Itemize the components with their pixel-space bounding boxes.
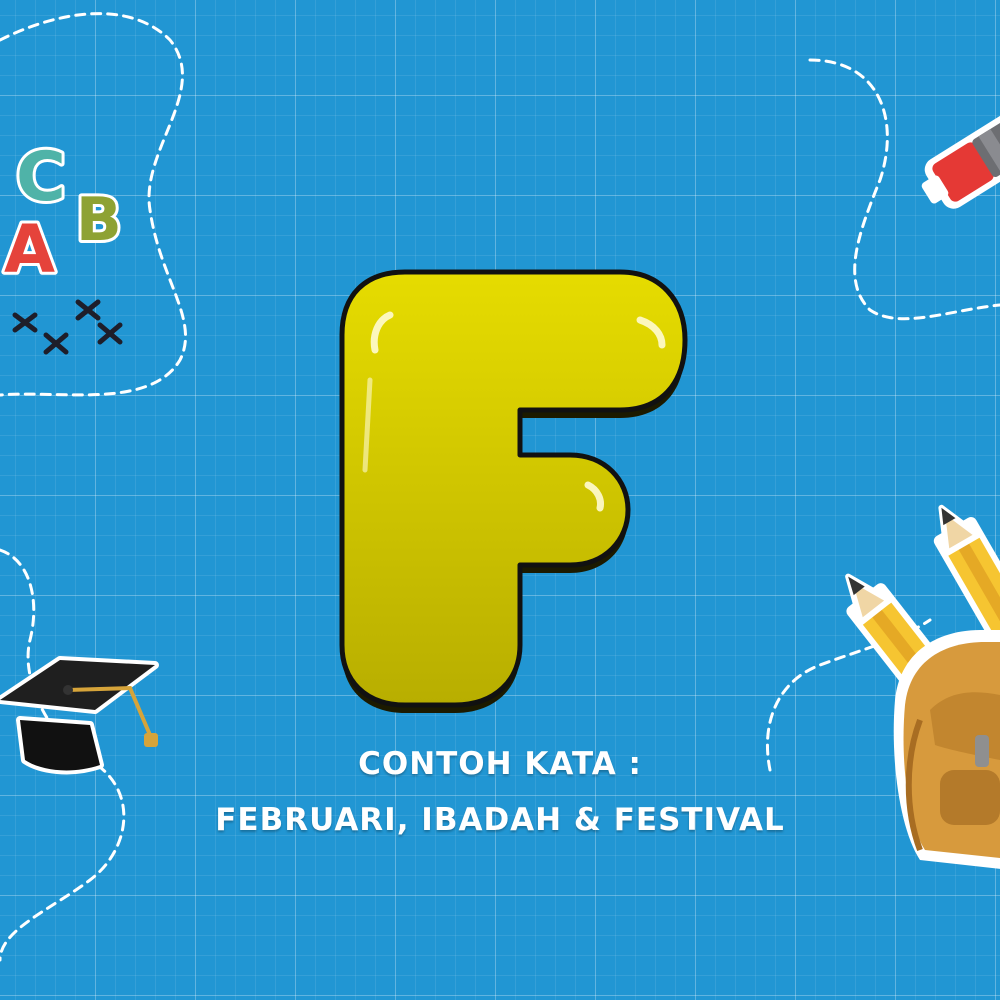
canvas: C B A F CONTOH KATA: FEBRUARI, IBADAH &…: [0, 0, 1000, 1000]
letter-f-graphic: F: [339, 269, 688, 713]
caption-line-1: CONTOH KATA :: [358, 746, 642, 782]
caption-line-2: FEBRUARI, IBADAH & FESTIVAL: [215, 802, 785, 838]
